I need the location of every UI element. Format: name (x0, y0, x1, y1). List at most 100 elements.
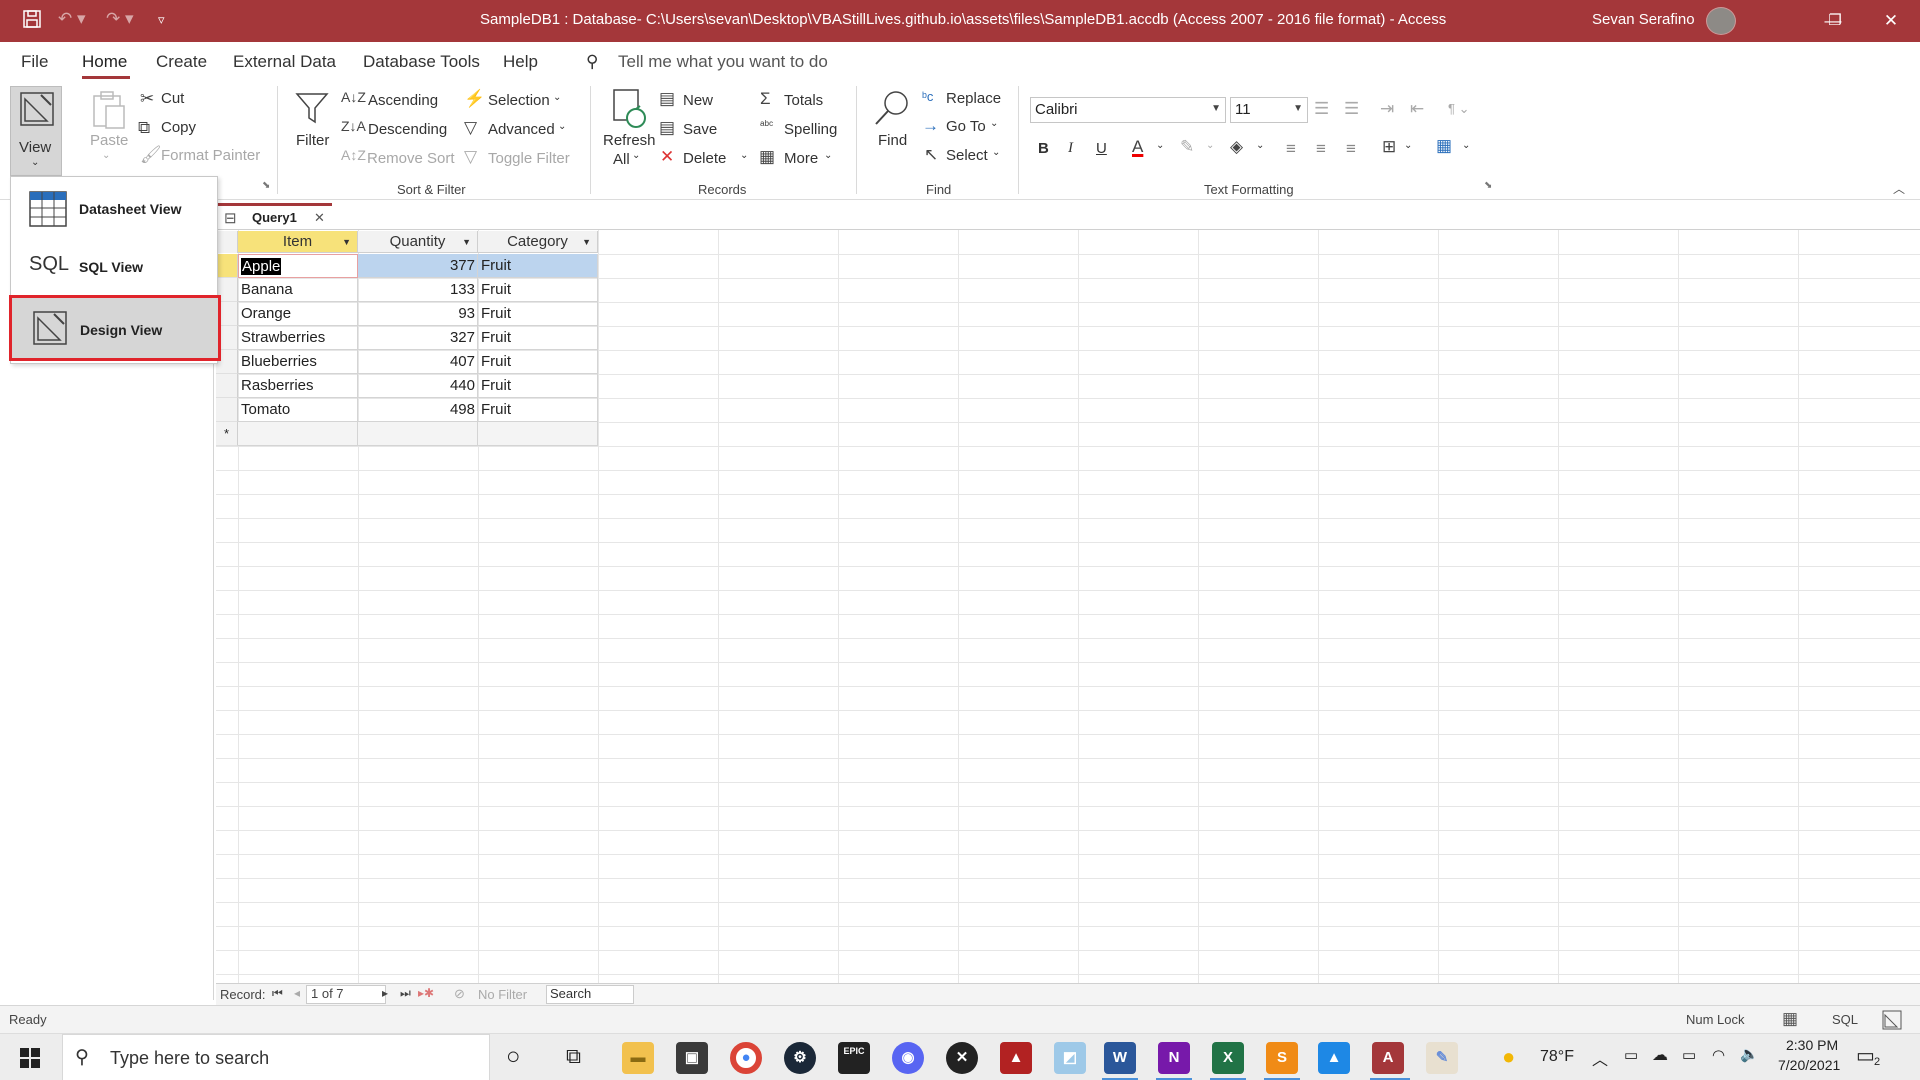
new-record-nav-icon[interactable]: ▸✱ (418, 986, 434, 1000)
align-center-icon[interactable]: ≡ (1316, 140, 1326, 157)
filter-status[interactable]: No Filter (478, 987, 527, 1002)
avatar[interactable] (1706, 7, 1736, 35)
find-button[interactable]: Find (878, 132, 907, 149)
find-icon[interactable] (872, 88, 912, 128)
first-record-icon[interactable]: ⏮ (272, 986, 283, 1001)
tab-query1[interactable]: ⊟ Query1 ✕ (218, 203, 332, 229)
cortana-icon[interactable]: ○ (506, 1043, 521, 1071)
increase-indent-icon[interactable]: ⇥ (1380, 100, 1394, 117)
sublime-text-icon[interactable]: S (1266, 1042, 1298, 1074)
word-icon[interactable]: W (1104, 1042, 1136, 1074)
font-color-icon[interactable]: A (1132, 138, 1143, 155)
onenote-icon[interactable]: N (1158, 1042, 1190, 1074)
highlight-chevron-icon[interactable]: ⌄ (1206, 140, 1214, 151)
copy-button[interactable]: Copy (161, 119, 196, 136)
font-color-chevron-icon[interactable]: ⌄ (1156, 140, 1164, 151)
row-selector[interactable] (216, 254, 238, 278)
clipboard-launcher-icon[interactable]: ⬊ (262, 180, 270, 191)
menu-home[interactable]: Home (82, 52, 127, 72)
table-cell[interactable]: Fruit (478, 374, 598, 398)
meet-now-icon[interactable]: ▭ (1624, 1046, 1638, 1064)
clock-time[interactable]: 2:30 PM (1786, 1037, 1838, 1053)
user-name[interactable]: Sevan Serafino (1592, 11, 1695, 28)
save-icon[interactable] (22, 9, 42, 34)
tell-me-input[interactable]: Tell me what you want to do (618, 52, 828, 72)
xbox-icon[interactable]: ✕ (946, 1042, 978, 1074)
datasheet-view-item[interactable]: Datasheet View (11, 181, 217, 237)
row-selector[interactable] (216, 398, 238, 422)
highlight-color-icon[interactable]: ✎ (1180, 138, 1194, 155)
paint-app-icon[interactable]: ◩ (1054, 1042, 1086, 1074)
discord-icon[interactable]: ◉ (892, 1042, 924, 1074)
undo-icon[interactable]: ↶ ▾ (58, 9, 86, 29)
table-cell[interactable]: Banana (238, 278, 358, 302)
paste-button[interactable]: Paste (90, 132, 128, 149)
menu-external-data[interactable]: External Data (233, 52, 336, 72)
table-cell[interactable]: 327 (358, 326, 478, 350)
table-cell[interactable]: Orange (238, 302, 358, 326)
bullets-icon[interactable]: ☰ (1314, 100, 1329, 117)
design-view-item[interactable]: Design View (9, 295, 221, 361)
delete-button[interactable]: Delete (683, 150, 726, 167)
table-cell[interactable]: Fruit (478, 350, 598, 374)
remove-sort-button[interactable]: Remove Sort (367, 150, 455, 167)
notifications-icon[interactable]: ▭ (1856, 1043, 1875, 1068)
refresh-button[interactable]: Refresh (603, 132, 656, 149)
table-cell[interactable]: Rasberries (238, 374, 358, 398)
numbering-icon[interactable]: ☰ (1344, 100, 1359, 117)
toggle-filter-button[interactable]: Toggle Filter (488, 150, 570, 167)
windows-start-icon[interactable] (20, 1048, 40, 1068)
go-to-button[interactable]: Go To (946, 118, 986, 135)
refresh-all-icon[interactable] (610, 88, 650, 130)
column-header-item[interactable]: Item ▼ (238, 231, 358, 253)
previous-record-icon[interactable]: ◂ (294, 986, 300, 1000)
alternate-row-color-icon[interactable]: ▦ (1436, 137, 1452, 154)
bold-button[interactable]: B (1038, 140, 1049, 157)
taskbar-search[interactable]: ⚲ Type here to search (62, 1034, 490, 1080)
italic-button[interactable]: I (1068, 140, 1073, 157)
align-right-icon[interactable]: ≡ (1346, 140, 1356, 157)
clock-date[interactable]: 7/20/2021 (1778, 1057, 1840, 1073)
table-cell[interactable]: 93 (358, 302, 478, 326)
sql-view-item[interactable]: SQL SQL View (11, 239, 217, 295)
wifi-icon[interactable]: ◠ (1712, 1046, 1725, 1064)
table-cell[interactable]: Apple (238, 254, 358, 278)
table-cell[interactable]: Fruit (478, 326, 598, 350)
filter-button[interactable]: Filter (296, 132, 329, 149)
alternate-row-chevron-icon[interactable]: ⌄ (1462, 140, 1470, 151)
select-button[interactable]: Select (946, 147, 988, 164)
weather-temperature[interactable]: 78°F (1540, 1048, 1574, 1066)
more-button[interactable]: More (784, 150, 818, 167)
show-hidden-icons[interactable]: ︿ (1592, 1046, 1608, 1070)
current-record-field[interactable]: 1 of 7 (306, 985, 386, 1004)
redo-icon[interactable]: ↷ ▾ (106, 9, 134, 29)
battery-icon[interactable]: ▭ (1682, 1046, 1696, 1064)
restore-window-icon[interactable]: ❐ (1812, 0, 1858, 42)
column-header-category[interactable]: Category ▼ (478, 231, 598, 253)
descending-button[interactable]: Descending (368, 121, 447, 138)
table-cell[interactable]: Fruit (478, 254, 598, 278)
next-record-icon[interactable]: ▸ (382, 986, 388, 1000)
new-record-cell[interactable] (478, 422, 598, 446)
column-dropdown-icon[interactable]: ▼ (342, 231, 351, 253)
excel-icon[interactable]: X (1212, 1042, 1244, 1074)
new-record-marker[interactable]: * (216, 422, 238, 446)
text-direction-icon[interactable]: ¶ ⌄ (1448, 102, 1470, 115)
font-name-select[interactable]: Calibri ▼ (1030, 97, 1226, 123)
task-view-icon[interactable]: ⧉ (566, 1045, 581, 1069)
gridlines-chevron-icon[interactable]: ⌄ (1404, 140, 1412, 151)
select-all-corner[interactable] (216, 231, 238, 253)
epic-games-icon[interactable]: EPIC (838, 1042, 870, 1074)
fill-color-chevron-icon[interactable]: ⌄ (1256, 140, 1264, 151)
search-box[interactable]: Search (546, 985, 634, 1004)
weather-sun-icon[interactable]: ● (1502, 1044, 1515, 1070)
paint-3d-icon[interactable]: ✎ (1426, 1042, 1458, 1074)
sql-view-status-button[interactable]: SQL (1832, 1012, 1858, 1027)
table-cell[interactable]: Strawberries (238, 326, 358, 350)
collapse-ribbon-icon[interactable]: ︿ (1893, 180, 1905, 197)
table-cell[interactable]: Fruit (478, 302, 598, 326)
last-record-icon[interactable]: ⏭ (400, 986, 411, 1001)
steam-icon[interactable]: ⚙ (784, 1042, 816, 1074)
fill-color-icon[interactable]: ◈ (1230, 138, 1243, 155)
cut-button[interactable]: Cut (161, 90, 184, 107)
